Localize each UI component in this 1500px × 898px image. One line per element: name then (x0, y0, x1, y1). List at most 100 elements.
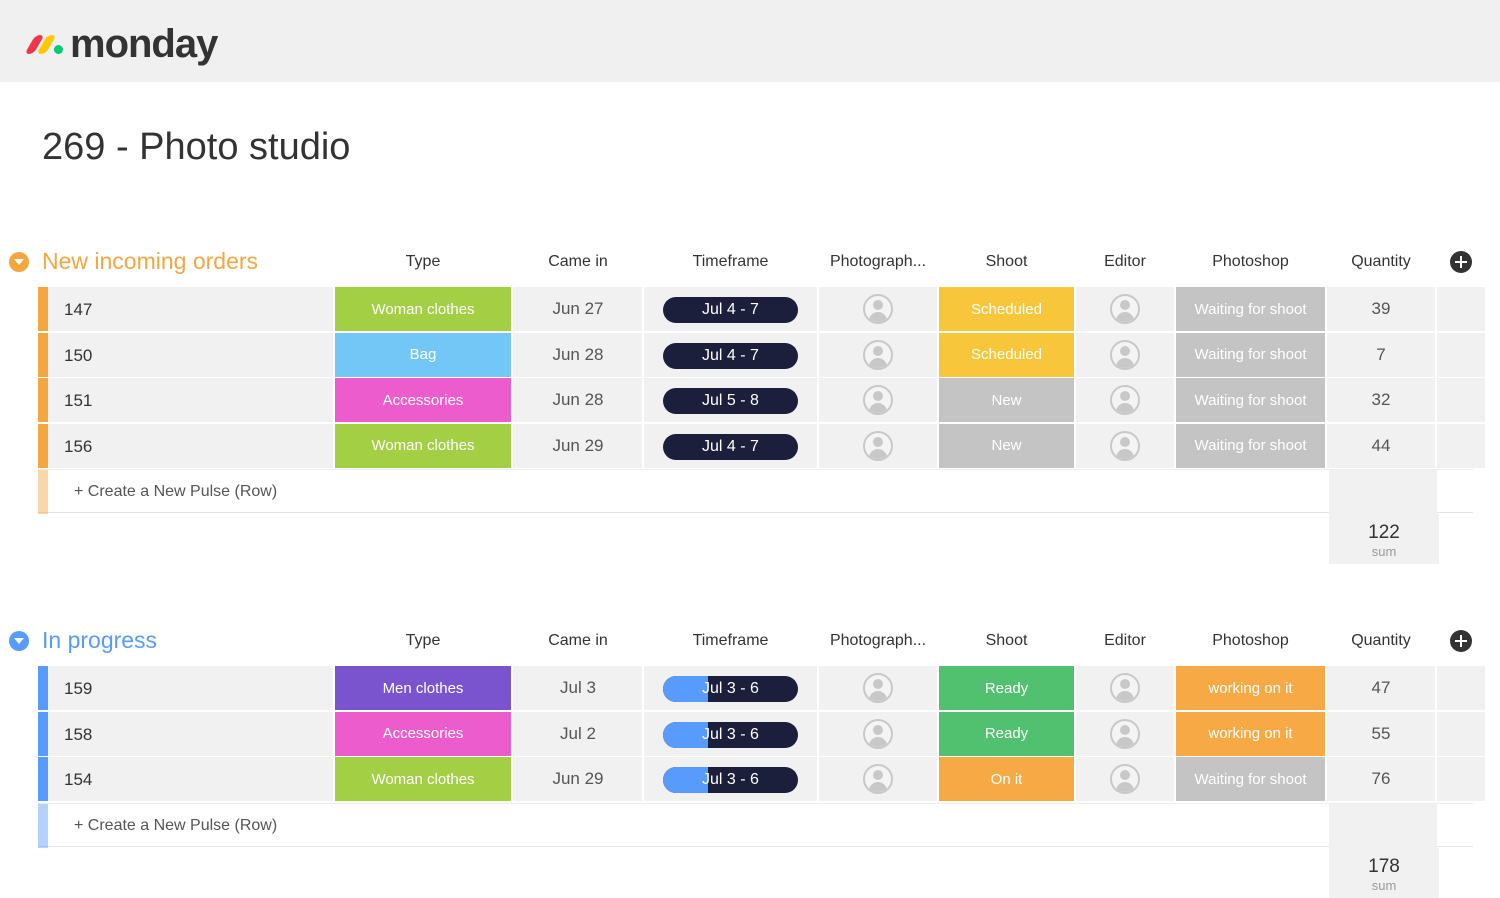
table-row[interactable]: 156 Woman clothes Jun 29 Jul 4 - 7 New Waitin… (38, 423, 1485, 468)
row-name[interactable]: 158 (64, 725, 92, 745)
came-in-date[interactable]: Jun 28 (513, 333, 643, 377)
shoot-status-cell[interactable]: On it (939, 757, 1074, 801)
photographer-avatar-icon[interactable] (863, 385, 893, 415)
photoshop-status-cell[interactable]: Waiting for shoot (1176, 423, 1325, 468)
column-header-editor[interactable]: Editor (1076, 253, 1174, 271)
table-row[interactable]: 154 Woman clothes Jun 29 Jul 3 - 6 On it Wait… (38, 757, 1485, 801)
shoot-status-cell[interactable]: Ready (939, 666, 1074, 710)
came-in-date[interactable]: Jul 3 (513, 666, 643, 710)
row-name[interactable]: 147 (64, 300, 92, 320)
timeline-bar[interactable]: Jul 3 - 6 (663, 721, 798, 748)
quantity-value[interactable]: 44 (1327, 424, 1435, 468)
column-header-quantity[interactable]: Quantity (1327, 632, 1435, 650)
type-status-cell[interactable]: Woman clothes (335, 757, 511, 801)
table-row[interactable]: 151 Accessories Jun 28 Jul 5 - 8 New Waiting … (38, 378, 1485, 422)
quantity-sum: 122 sum (1329, 514, 1439, 564)
table-row[interactable]: 159 Men clothes Jul 3 Jul 3 - 6 Ready working… (38, 666, 1485, 710)
type-status-cell[interactable]: Accessories (335, 711, 511, 756)
photoshop-status-cell[interactable]: Waiting for shoot (1176, 757, 1325, 801)
timeline-bar[interactable]: Jul 3 - 6 (663, 676, 798, 702)
table-row[interactable]: 147 Woman clothes Jun 27 Jul 4 - 7 Scheduled… (38, 287, 1485, 331)
photoshop-status-cell[interactable]: Waiting for shoot (1176, 378, 1325, 422)
column-header-photographer[interactable]: Photograph... (819, 253, 937, 271)
monday-logo[interactable]: monday (24, 22, 218, 66)
editor-avatar-icon[interactable] (1110, 764, 1140, 794)
photographer-avatar-icon[interactable] (863, 339, 893, 370)
column-header-shoot[interactable]: Shoot (939, 253, 1074, 271)
shoot-status-cell[interactable]: Ready (939, 711, 1074, 756)
add-column-icon[interactable] (1450, 251, 1472, 273)
column-divider (642, 287, 644, 331)
quantity-value[interactable]: 47 (1327, 666, 1435, 710)
came-in-date[interactable]: Jun 27 (513, 287, 643, 331)
column-header-photographer[interactable]: Photograph... (819, 632, 937, 650)
quantity-value[interactable]: 7 (1327, 333, 1435, 377)
collapse-arrow-icon[interactable] (9, 631, 29, 651)
type-status-cell[interactable]: Bag (335, 332, 511, 377)
timeline-bar[interactable]: Jul 4 - 7 (663, 297, 798, 323)
quantity-value[interactable]: 76 (1327, 757, 1435, 801)
photoshop-status-cell[interactable]: Waiting for shoot (1176, 287, 1325, 331)
column-header-came-in[interactable]: Came in (513, 253, 643, 271)
column-header-editor[interactable]: Editor (1076, 632, 1174, 650)
came-in-date[interactable]: Jun 29 (513, 757, 643, 801)
type-status-cell[interactable]: Woman clothes (335, 423, 511, 468)
came-in-date[interactable]: Jun 28 (513, 378, 643, 422)
came-in-date[interactable]: Jun 29 (513, 424, 643, 468)
type-status-cell[interactable]: Woman clothes (335, 287, 511, 331)
timeline-bar[interactable]: Jul 4 - 7 (663, 433, 798, 460)
editor-avatar-icon[interactable] (1110, 385, 1140, 415)
row-name[interactable]: 151 (64, 391, 92, 411)
shoot-status-cell[interactable]: New (939, 423, 1074, 468)
photoshop-status-cell[interactable]: Waiting for shoot (1176, 332, 1325, 377)
shoot-status-cell[interactable]: Scheduled (939, 287, 1074, 331)
create-new-pulse-label[interactable]: + Create a New Pulse (Row) (74, 483, 277, 501)
column-header-type[interactable]: Type (335, 632, 511, 650)
row-name[interactable]: 156 (64, 437, 92, 457)
type-status-cell[interactable]: Men clothes (335, 666, 511, 710)
create-new-pulse-row[interactable]: + Create a New Pulse (Row) (38, 802, 1473, 848)
collapse-arrow-icon[interactable] (9, 252, 29, 272)
column-header-came-in[interactable]: Came in (513, 632, 643, 650)
column-header-photoshop[interactable]: Photoshop (1176, 632, 1325, 650)
row-name[interactable]: 154 (64, 770, 92, 790)
column-header-timeframe[interactable]: Timeframe (644, 253, 817, 271)
group-title[interactable]: New incoming orders (42, 248, 258, 275)
table-row[interactable]: 158 Accessories Jul 2 Jul 3 - 6 Ready working… (38, 711, 1485, 756)
add-column-icon[interactable] (1450, 630, 1472, 652)
group-title[interactable]: In progress (42, 627, 157, 654)
editor-avatar-icon[interactable] (1110, 294, 1140, 324)
shoot-status-cell[interactable]: Scheduled (939, 332, 1074, 377)
create-new-pulse-label[interactable]: + Create a New Pulse (Row) (74, 817, 277, 835)
quantity-value[interactable]: 55 (1327, 712, 1435, 756)
came-in-date[interactable]: Jul 2 (513, 712, 643, 756)
table-row[interactable]: 150 Bag Jun 28 Jul 4 - 7 Scheduled Waiting fo… (38, 332, 1485, 377)
column-header-type[interactable]: Type (335, 253, 511, 271)
photographer-avatar-icon[interactable] (863, 764, 893, 794)
quantity-value[interactable]: 39 (1327, 287, 1435, 331)
create-new-pulse-row[interactable]: + Create a New Pulse (Row) (38, 469, 1473, 514)
photoshop-status-cell[interactable]: working on it (1176, 666, 1325, 710)
editor-avatar-icon[interactable] (1110, 339, 1140, 370)
editor-avatar-icon[interactable] (1110, 430, 1140, 461)
board-title[interactable]: 269 - Photo studio (42, 126, 350, 169)
row-name[interactable]: 150 (64, 346, 92, 366)
timeline-bar[interactable]: Jul 5 - 8 (663, 388, 798, 414)
photographer-avatar-icon[interactable] (863, 294, 893, 324)
photographer-avatar-icon[interactable] (863, 718, 893, 749)
editor-avatar-icon[interactable] (1110, 673, 1140, 703)
shoot-status-cell[interactable]: New (939, 378, 1074, 422)
type-status-cell[interactable]: Accessories (335, 378, 511, 422)
editor-avatar-icon[interactable] (1110, 718, 1140, 749)
photoshop-status-cell[interactable]: working on it (1176, 711, 1325, 756)
photographer-avatar-icon[interactable] (863, 430, 893, 461)
timeline-bar[interactable]: Jul 4 - 7 (663, 342, 798, 369)
column-header-quantity[interactable]: Quantity (1327, 253, 1435, 271)
row-name[interactable]: 159 (64, 679, 92, 699)
column-header-photoshop[interactable]: Photoshop (1176, 253, 1325, 271)
photographer-avatar-icon[interactable] (863, 673, 893, 703)
quantity-value[interactable]: 32 (1327, 378, 1435, 422)
column-header-timeframe[interactable]: Timeframe (644, 632, 817, 650)
timeline-bar[interactable]: Jul 3 - 6 (663, 767, 798, 793)
column-header-shoot[interactable]: Shoot (939, 632, 1074, 650)
